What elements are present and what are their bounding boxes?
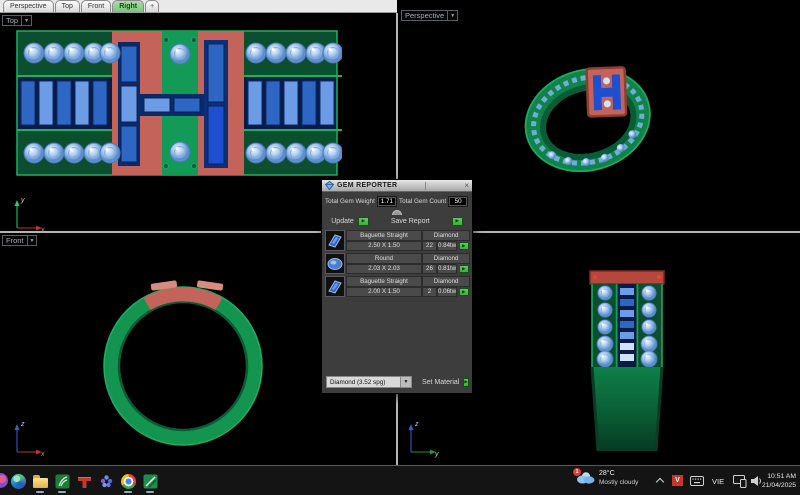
system-tray: 1 28°C Mostly cloudy V VIE 10:51 AM 21/0… xyxy=(0,466,800,495)
clock-time: 10:51 AM xyxy=(767,473,796,480)
chevron-down-icon xyxy=(447,11,457,20)
gem-shape: Round xyxy=(346,253,422,264)
axis-vertical-label: y xyxy=(20,197,25,204)
save-report-label: Save Report xyxy=(390,218,430,225)
baguette-gem-icon xyxy=(325,230,345,251)
axis-horizontal-label: y xyxy=(434,451,439,458)
gem-rows: Baguette Straight Diamond 2.50 X 1.50 22… xyxy=(325,230,471,297)
dialog-body: Total Gem Weight 1.71 Total Gem Count 50… xyxy=(322,192,472,393)
material-row: Diamond (3.52 spg) Set Material xyxy=(326,376,469,388)
update-button[interactable] xyxy=(357,217,369,226)
ring-right-view xyxy=(589,270,665,452)
gem-size: 2.03 X 2.03 xyxy=(346,263,422,274)
cplane-axis-icon: z x xyxy=(14,421,45,458)
total-gem-weight-value[interactable]: 1.71 xyxy=(376,196,397,207)
set-material-label: Set Material xyxy=(422,378,460,386)
tray-v-app-icon[interactable]: V xyxy=(672,475,683,486)
viewport-front-title[interactable]: Front xyxy=(2,235,38,246)
new-viewport-tab[interactable]: + xyxy=(145,0,160,12)
weather-condition: Mostly cloudy xyxy=(599,479,639,486)
gem-material: Diamond xyxy=(422,253,471,264)
gem-weight: 0.81tw xyxy=(437,263,458,274)
gem-weight: 0.84tw xyxy=(437,240,458,251)
gem-row[interactable]: Baguette Straight Diamond 2.50 X 1.50 22… xyxy=(325,230,471,251)
clock-date: 21/04/2025 xyxy=(761,482,796,489)
chevron-up-icon[interactable] xyxy=(656,478,664,484)
total-gem-count-value[interactable]: 50 xyxy=(448,196,469,207)
gem-row[interactable]: Baguette Straight Diamond 2.00 X 1.50 2 … xyxy=(325,276,471,297)
gem-count: 22 xyxy=(422,240,437,251)
select-gems-button[interactable] xyxy=(458,241,469,250)
viewport-title-text: Front xyxy=(6,236,24,245)
close-icon[interactable] xyxy=(464,182,469,190)
round-gem-icon xyxy=(325,253,345,274)
gem-count: 2 xyxy=(422,286,437,297)
ring-top-view xyxy=(16,30,342,176)
titlebar-divider xyxy=(425,181,427,190)
cplane-axis-icon: y x xyxy=(14,197,45,234)
tab-perspective[interactable]: Perspective xyxy=(3,0,54,12)
baguette-gem-icon xyxy=(325,276,345,297)
material-dropdown[interactable]: Diamond (3.52 spg) xyxy=(326,376,412,388)
gem-size: 2.00 X 1.50 xyxy=(346,286,422,297)
gem-count: 26 xyxy=(422,263,437,274)
tab-front[interactable]: Front xyxy=(80,0,112,12)
viewport-perspective-title[interactable]: Perspective xyxy=(401,10,459,21)
language-indicator[interactable]: VIE xyxy=(712,477,724,486)
weather-temperature: 28°C xyxy=(599,470,615,477)
select-gems-button[interactable] xyxy=(458,264,469,273)
gem-reporter-icon xyxy=(325,181,334,190)
gem-weight: 0.06tw xyxy=(437,286,458,297)
save-report-button[interactable] xyxy=(451,217,463,226)
material-dropdown-value: Diamond (3.52 spg) xyxy=(330,378,386,386)
cast-device-icon[interactable] xyxy=(733,475,747,490)
total-gem-weight-label: Total Gem Weight xyxy=(325,198,375,205)
notification-badge: 1 xyxy=(573,467,581,476)
axis-horizontal-label: x xyxy=(40,451,45,458)
select-gems-button[interactable] xyxy=(458,287,469,296)
viewport-tab-bar: Perspective Top Front Right + xyxy=(0,0,397,13)
gem-shape: Baguette Straight xyxy=(346,276,422,287)
weather-widget[interactable]: 1 28°C Mostly cloudy xyxy=(573,467,639,487)
dialog-title: GEM REPORTER xyxy=(337,182,398,189)
viewport-title-text: Perspective xyxy=(405,11,445,20)
tab-top[interactable]: Top xyxy=(54,0,80,12)
gem-material: Diamond xyxy=(422,276,471,287)
cplane-axis-icon: z y xyxy=(408,421,439,458)
chevron-down-icon[interactable] xyxy=(400,377,411,387)
chevron-down-icon xyxy=(26,236,37,245)
windows-taskbar: 1 28°C Mostly cloudy V VIE 10:51 AM 21/0… xyxy=(0,465,800,495)
totals-row: Total Gem Weight 1.71 Total Gem Count 50 xyxy=(325,196,469,207)
gem-reporter-dialog: GEM REPORTER Total Gem Weight 1.71 Total… xyxy=(321,179,473,394)
axis-vertical-label: z xyxy=(414,421,419,428)
ring-front-view xyxy=(103,280,263,446)
jewelry-cad-window: Perspective Top Front Right + Top ▼ y Pe… xyxy=(0,0,800,495)
keyboard-icon[interactable] xyxy=(690,476,704,488)
gem-size: 2.50 X 1.50 xyxy=(346,240,422,251)
set-material-button[interactable] xyxy=(463,377,469,387)
ring-perspective-view xyxy=(524,66,651,173)
actions-row: Update Save Report xyxy=(325,217,469,226)
gem-shape: Baguette Straight xyxy=(346,230,422,241)
taskbar-clock[interactable]: 10:51 AM 21/04/2025 xyxy=(762,472,796,490)
axis-vertical-label: z xyxy=(20,421,25,428)
gem-material: Diamond xyxy=(422,230,471,241)
dialog-titlebar[interactable]: GEM REPORTER xyxy=(322,180,472,192)
total-gem-count-label: Total Gem Count xyxy=(398,198,447,205)
update-label: Update xyxy=(331,218,354,225)
gem-row[interactable]: Round Diamond 2.03 X 2.03 26 0.81tw xyxy=(325,253,471,274)
collapse-handle[interactable] xyxy=(392,210,402,215)
tab-right[interactable]: Right xyxy=(112,0,145,12)
